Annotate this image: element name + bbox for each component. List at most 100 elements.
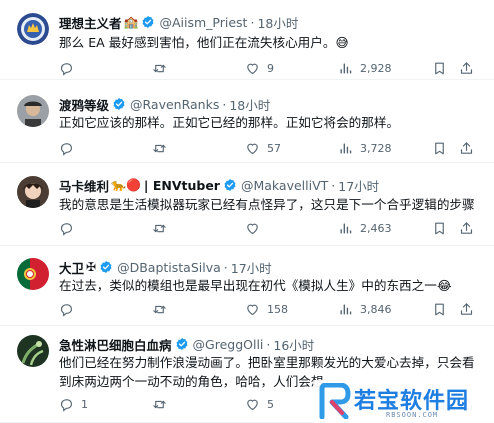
views-icon bbox=[340, 143, 352, 154]
retweet-icon bbox=[153, 224, 166, 233]
tweet-actions: 158 3,846 bbox=[59, 302, 479, 318]
author-name[interactable]: 马卡维利 bbox=[59, 176, 109, 195]
like-count: 158 bbox=[267, 303, 288, 316]
bookmark-icon[interactable] bbox=[432, 302, 447, 317]
name-emoji: ✠ bbox=[86, 260, 97, 274]
reply-count: 1 bbox=[81, 398, 88, 411]
seal-icon[interactable] bbox=[17, 13, 49, 45]
views-count: 2,463 bbox=[360, 222, 392, 235]
post-time[interactable]: 18小时 bbox=[257, 13, 298, 32]
reply-button[interactable] bbox=[59, 141, 81, 156]
retweet-button[interactable] bbox=[152, 221, 174, 236]
like-button[interactable] bbox=[245, 221, 267, 236]
retweet-icon bbox=[153, 64, 166, 73]
tweet-text: 那么 EA 最好感到害怕，他们正在流失核心用户。😅 bbox=[59, 35, 349, 50]
post-time[interactable]: 16小时 bbox=[273, 335, 314, 354]
views-button[interactable]: 2,928 bbox=[338, 61, 392, 76]
verified-badge-icon bbox=[175, 337, 189, 351]
post-time[interactable]: 17小时 bbox=[338, 176, 379, 195]
views-icon bbox=[340, 63, 352, 74]
share-icon[interactable] bbox=[459, 141, 474, 156]
like-button[interactable]: 5 bbox=[245, 397, 274, 412]
like-button[interactable]: 9 bbox=[245, 61, 274, 76]
tweet-text: 我的意思是生活模拟器玩家已经有点怪异了，这只是下一个合乎逻辑的步骤 bbox=[59, 197, 475, 212]
author-handle[interactable]: @RavenRanks bbox=[130, 97, 219, 112]
separator-dot: · bbox=[223, 259, 228, 275]
share-icon[interactable] bbox=[459, 221, 474, 236]
tweet-header: 大卫 ✠ @DBaptistaSilva · 17小时 bbox=[59, 258, 272, 276]
name-emoji: 🐆🔴 bbox=[111, 178, 141, 192]
verified-badge-icon bbox=[99, 260, 113, 274]
like-count: 9 bbox=[267, 62, 274, 75]
separator-dot: · bbox=[222, 96, 227, 112]
bookmark-icon[interactable] bbox=[432, 221, 447, 236]
verified-badge-icon bbox=[112, 97, 126, 111]
reply-button[interactable] bbox=[59, 61, 81, 76]
retweet-button[interactable] bbox=[152, 302, 174, 317]
watermark-logo-icon bbox=[319, 383, 351, 419]
tweet[interactable]: 渡鸦等级 @RavenRanks · 18小时 正如它应该的那样。正如它已经的那样。正如… bbox=[0, 80, 494, 163]
tweet[interactable]: 大卫 ✠ @DBaptistaSilva · 17小时 在过去，类似的模组也是最早出现在初… bbox=[0, 246, 494, 326]
reply-button[interactable] bbox=[59, 302, 81, 317]
reply-icon bbox=[60, 143, 73, 156]
views-button[interactable]: 3,846 bbox=[338, 302, 392, 317]
post-time[interactable]: 17小时 bbox=[231, 258, 272, 277]
bookmark-icon[interactable] bbox=[432, 141, 447, 156]
tweet-text: 正如它应该的那样。正如它已经的那样。正如它将会的那样。 bbox=[59, 115, 400, 130]
views-count: 2,928 bbox=[360, 62, 392, 75]
name-emoji: 🏫 bbox=[123, 15, 139, 29]
author-handle[interactable]: @Aiism_Priest bbox=[159, 15, 247, 30]
author-name[interactable]: 急性淋巴细胞白血病 bbox=[59, 335, 172, 354]
like-button[interactable]: 158 bbox=[245, 302, 288, 317]
author-handle[interactable]: @DBaptistaSilva bbox=[117, 260, 221, 275]
views-count: 3,728 bbox=[360, 142, 392, 155]
plant-avatar-icon[interactable] bbox=[17, 335, 49, 367]
verified-badge-icon bbox=[141, 15, 155, 29]
share-icon[interactable] bbox=[459, 302, 474, 317]
anime-avatar-icon[interactable] bbox=[17, 176, 49, 208]
post-time[interactable]: 18小时 bbox=[229, 95, 270, 114]
share-icon[interactable] bbox=[459, 61, 474, 76]
watermark: 若宝软件园 RBSOON.COM bbox=[314, 380, 494, 423]
watermark-subtext: RBSOON.COM bbox=[386, 411, 439, 419]
tweet-text: 在过去，类似的模组也是最早出现在初代《模拟人生》中的东西之一😂 bbox=[59, 278, 452, 293]
retweet-icon bbox=[153, 144, 166, 153]
separator-dot: · bbox=[331, 177, 336, 193]
like-button[interactable]: 57 bbox=[245, 141, 281, 156]
tweet[interactable]: 马卡维利 🐆🔴 | ENVtuber @MakavelliVT · 17小时我的意思是生活… bbox=[0, 163, 494, 246]
separator-dot: · bbox=[266, 336, 271, 352]
tweet-header: 理想主义者 🏫 @Aiism_Priest · 18小时 bbox=[59, 13, 298, 31]
views-button[interactable]: 3,728 bbox=[338, 141, 392, 156]
retweet-icon bbox=[153, 400, 166, 409]
bookmark-icon[interactable] bbox=[432, 61, 447, 76]
author-name[interactable]: 大卫 bbox=[59, 258, 84, 277]
reply-button[interactable]: 1 bbox=[59, 397, 88, 412]
retweet-icon bbox=[153, 305, 166, 314]
retweet-button[interactable] bbox=[152, 141, 174, 156]
tweet-actions: 2,463 bbox=[59, 221, 479, 237]
author-handle[interactable]: @MakavelliVT bbox=[241, 178, 328, 193]
reply-icon bbox=[60, 63, 73, 76]
retweet-button[interactable] bbox=[152, 397, 174, 412]
author-name-suffix[interactable]: | ENVtuber bbox=[144, 178, 220, 193]
reply-icon bbox=[60, 399, 73, 412]
tweet[interactable]: 理想主义者 🏫 @Aiism_Priest · 18小时那么 EA 最好感到害怕，他们正… bbox=[0, 0, 494, 80]
reply-button[interactable] bbox=[59, 221, 81, 236]
like-count: 5 bbox=[267, 398, 274, 411]
person-cap-icon[interactable] bbox=[17, 95, 49, 127]
like-icon bbox=[247, 223, 258, 235]
like-icon bbox=[247, 143, 258, 155]
retweet-button[interactable] bbox=[152, 61, 174, 76]
author-handle[interactable]: @GreggOlli bbox=[193, 337, 264, 352]
reply-icon bbox=[60, 223, 73, 236]
views-button[interactable]: 2,463 bbox=[338, 221, 392, 236]
tweet-header: 急性淋巴细胞白血病 @GreggOlli · 16小时 bbox=[59, 335, 314, 353]
flag-crest-icon[interactable] bbox=[17, 258, 49, 290]
tweet-actions: 9 2,928 bbox=[59, 61, 479, 77]
tweet-header: 渡鸦等级 @RavenRanks · 18小时 bbox=[59, 95, 270, 113]
separator-dot: · bbox=[250, 14, 255, 30]
like-count: 57 bbox=[267, 142, 281, 155]
author-name[interactable]: 理想主义者 bbox=[59, 13, 122, 32]
author-name[interactable]: 渡鸦等级 bbox=[59, 95, 109, 114]
views-icon bbox=[340, 304, 352, 315]
